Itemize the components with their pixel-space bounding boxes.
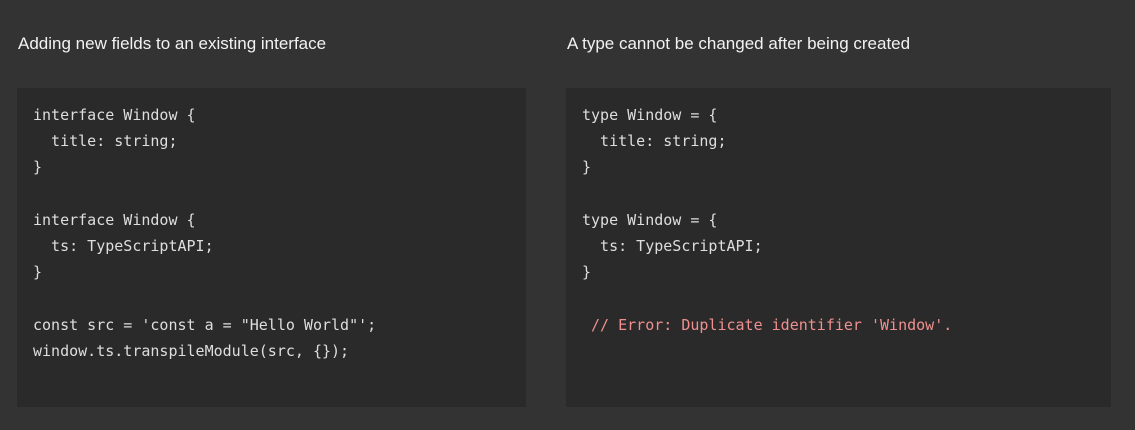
code-line: ts: TypeScriptAPI; (582, 236, 763, 255)
code-line: window.ts.transpileModule(src, {}); (33, 341, 350, 360)
interface-example-heading: Adding new fields to an existing interfa… (18, 34, 327, 53)
code-line: const src = 'const a = "Hello World"'; (33, 315, 377, 334)
error-comment-line: // Error: Duplicate identifier 'Window'. (582, 315, 953, 334)
code-line: interface Window { (33, 210, 196, 229)
code-line: } (33, 263, 43, 282)
code-line: title: string; (582, 132, 727, 151)
code-line: type Window = { (582, 106, 718, 124)
code-line: } (582, 158, 592, 177)
code-line: type Window = { (582, 210, 718, 229)
code-line: title: string; (33, 132, 178, 151)
code-line: interface Window { (33, 106, 196, 124)
interface-code-block[interactable]: interface Window { title: string; } inte… (17, 88, 526, 407)
code-line: ts: TypeScriptAPI; (33, 236, 214, 255)
type-example-heading: A type cannot be changed after being cre… (567, 34, 911, 53)
code-line: } (33, 158, 43, 177)
code-line: } (582, 263, 592, 282)
type-code-block[interactable]: type Window = { title: string; } type Wi… (566, 88, 1111, 407)
